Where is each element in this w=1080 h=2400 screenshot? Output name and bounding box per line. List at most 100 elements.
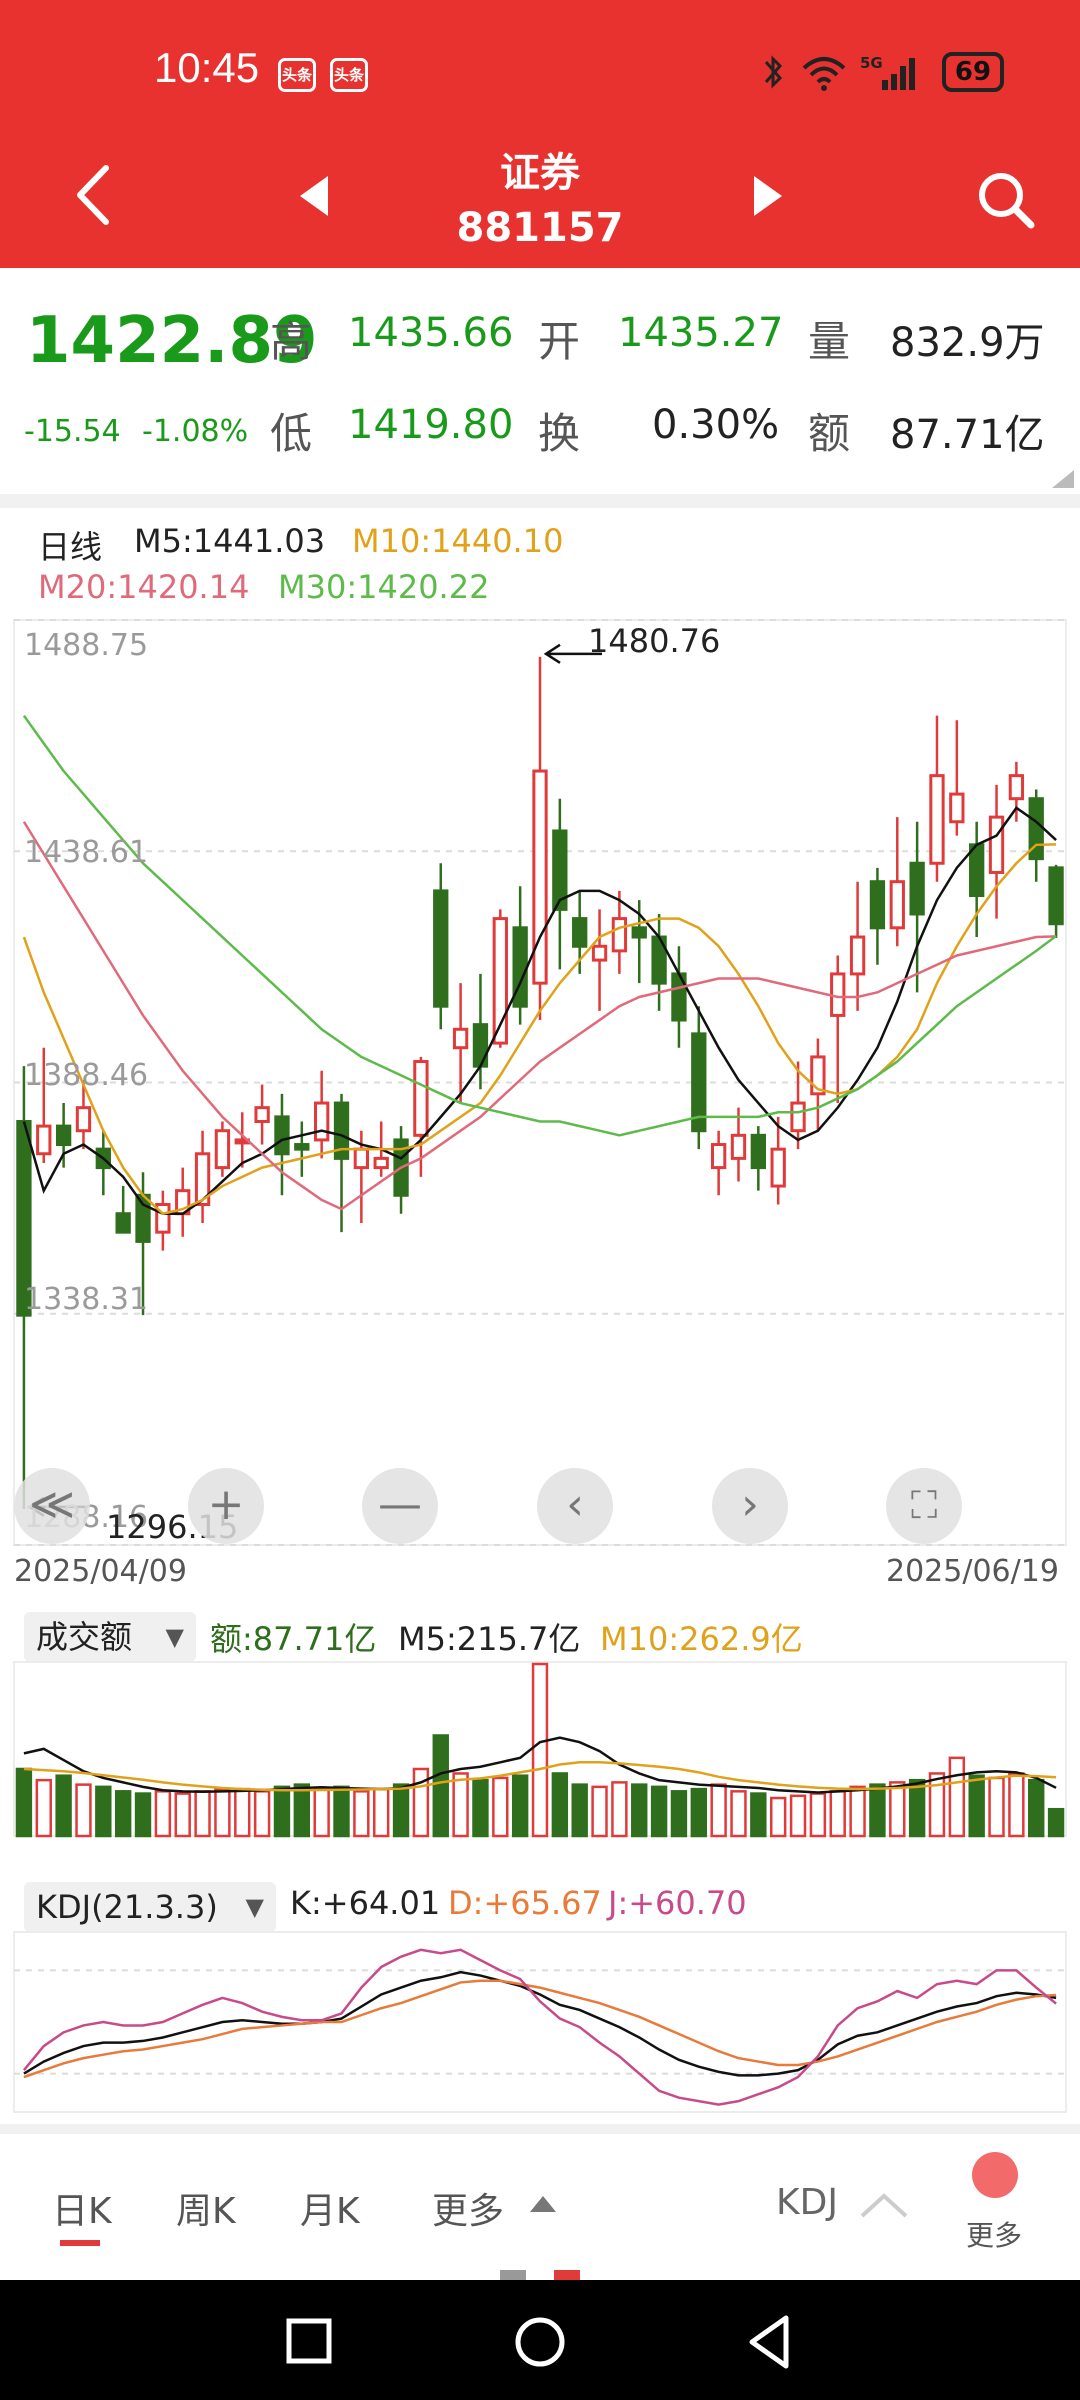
turnover-label: 换 xyxy=(538,409,581,458)
open-value: 1435.27 xyxy=(618,310,784,356)
volume-bar-down xyxy=(392,1783,410,1838)
ma5-legend: M5:1441.03 xyxy=(134,522,326,560)
volume-value: 832.9万 xyxy=(890,320,1045,366)
candle-up xyxy=(849,935,866,976)
price-change-percent: -1.08% xyxy=(142,414,249,449)
toutiao-notification-icon: 头条 xyxy=(278,58,316,92)
volume-bar-down xyxy=(869,1783,886,1838)
section-divider xyxy=(0,2124,1080,2134)
candle-down xyxy=(869,880,886,930)
previous-stock-icon[interactable] xyxy=(296,174,332,218)
candle-up xyxy=(314,1101,330,1142)
date-end-label: 2025/06/19 xyxy=(886,1554,1059,1589)
candle-down xyxy=(572,917,588,948)
volume-m10-legend: M10:262.9亿 xyxy=(600,1620,803,1658)
more-menu-icon[interactable] xyxy=(972,2152,1018,2198)
volume-bar-up xyxy=(214,1787,231,1838)
volume-bar-up xyxy=(829,1790,846,1838)
candle-down xyxy=(750,1133,766,1170)
candle-up xyxy=(413,1060,429,1137)
candle-up xyxy=(373,1156,389,1170)
volume-bar-up xyxy=(591,1785,608,1838)
svg-text:5G: 5G xyxy=(860,54,883,72)
candle-up xyxy=(452,1027,469,1050)
volume-bar-up xyxy=(710,1783,727,1838)
chevron-up-icon xyxy=(860,2193,908,2218)
indicator-select[interactable]: KDJ xyxy=(776,2182,838,2223)
volume-bar-down xyxy=(631,1783,648,1838)
candle-up xyxy=(75,1106,92,1133)
volume-bar-down xyxy=(571,1783,588,1838)
next-stock-icon[interactable] xyxy=(750,174,786,218)
volume-bar-up xyxy=(948,1756,966,1838)
candle-up xyxy=(790,1101,806,1133)
amount-value: 87.71亿 xyxy=(890,412,1045,458)
low-value: 1419.80 xyxy=(348,402,514,448)
date-start-label: 2025/04/09 xyxy=(14,1554,187,1589)
candle-up xyxy=(988,815,1005,874)
dropdown-caret-icon: ▼ xyxy=(245,1893,264,1921)
kdj-d-legend: D:+65.67 xyxy=(448,1884,602,1922)
volume-bar-down xyxy=(670,1790,688,1838)
volume-bar-down xyxy=(690,1787,707,1838)
back-icon[interactable] xyxy=(70,162,114,228)
volume-bar-down xyxy=(750,1792,767,1838)
candle-up xyxy=(730,1133,747,1160)
candle-up xyxy=(1008,774,1025,801)
y-tick-label: 1488.75 xyxy=(24,628,149,663)
scroll-right-button[interactable]: › xyxy=(712,1468,788,1544)
volume-bar-down xyxy=(1047,1807,1065,1838)
zoom-in-button[interactable]: + xyxy=(188,1468,264,1544)
volume-bar-down xyxy=(432,1734,449,1838)
volume-indicator-dropdown[interactable]: 成交额 ▼ xyxy=(24,1612,196,1662)
ma10-legend: M10:1440.10 xyxy=(352,522,564,560)
scroll-start-button[interactable]: ≪ xyxy=(14,1468,90,1544)
volume-bar-down xyxy=(1028,1778,1045,1838)
tab-more-periods[interactable]: 更多 xyxy=(432,2182,504,2234)
volume-bar-down xyxy=(293,1783,311,1838)
period-label: 日线 xyxy=(38,528,103,566)
candlestick-chart[interactable] xyxy=(0,600,1080,1560)
candle-up xyxy=(214,1129,231,1170)
fullscreen-button[interactable]: ⛶ xyxy=(886,1468,962,1544)
candle-down xyxy=(631,926,647,939)
candle-up xyxy=(36,1124,52,1156)
volume-bar-down xyxy=(134,1792,152,1838)
candle-down xyxy=(294,1143,310,1151)
volume-bar-up xyxy=(988,1776,1005,1838)
candle-up xyxy=(591,944,608,962)
recent-apps-icon[interactable] xyxy=(286,2318,332,2364)
candle-up xyxy=(611,917,628,953)
kdj-indicator-dropdown[interactable]: KDJ(21.3.3) ▼ xyxy=(24,1882,276,1932)
chevron-up-icon xyxy=(530,2196,556,2212)
volume-bar-up xyxy=(313,1787,330,1838)
volume-bar-up xyxy=(75,1783,92,1838)
volume-bar-up xyxy=(769,1796,787,1838)
volume-chart[interactable] xyxy=(0,1660,1080,1840)
kdj-chart[interactable] xyxy=(0,1930,1080,2120)
volume-bar-down xyxy=(95,1785,112,1838)
home-icon[interactable] xyxy=(514,2316,566,2368)
page-indicator xyxy=(500,2270,526,2280)
tab-monthly-k[interactable]: 月K xyxy=(300,2182,360,2234)
volume-bar-down xyxy=(333,1785,350,1838)
volume-bar-up xyxy=(253,1790,271,1838)
volume-bar-up xyxy=(452,1772,469,1838)
volume-bar-up xyxy=(889,1781,906,1838)
more-menu-label[interactable]: 更多 xyxy=(966,2214,1022,2254)
search-icon[interactable] xyxy=(976,170,1036,230)
y-tick-label: 1338.31 xyxy=(24,1282,149,1317)
volume-bar-up xyxy=(789,1794,807,1838)
volume-bar-down xyxy=(15,1767,33,1838)
tab-daily-k[interactable]: 日K xyxy=(52,2182,112,2234)
volume-bar-up xyxy=(194,1790,211,1838)
expand-corner-icon[interactable] xyxy=(1052,470,1074,488)
zoom-out-button[interactable]: — xyxy=(362,1468,438,1544)
tab-weekly-k[interactable]: 周K xyxy=(176,2182,236,2234)
scroll-left-button[interactable]: ‹ xyxy=(537,1468,613,1544)
kdj-k-legend: K:+64.01 xyxy=(290,1884,441,1922)
back-nav-icon[interactable] xyxy=(746,2314,792,2370)
candle-down xyxy=(909,861,925,916)
y-tick-label: 1438.61 xyxy=(24,835,149,870)
candle-up xyxy=(254,1106,270,1123)
